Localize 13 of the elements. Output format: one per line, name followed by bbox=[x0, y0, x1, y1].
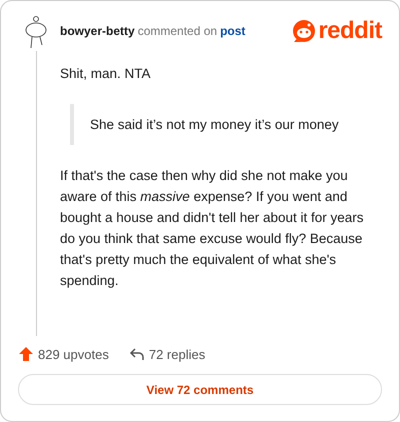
comment-text: If that's the case then why did she not make you aware of this massive expense? If you went and bought a house and didn't tell her about it for years do you think that same excuse would fly? Because that's pretty much the equivalent of what she's spending. bbox=[60, 167, 365, 290]
reply-count: 72 replies bbox=[148, 346, 206, 362]
post-link[interactable]: post bbox=[220, 24, 246, 38]
mascot-icon bbox=[292, 19, 316, 43]
comment-text: Shit, man. NTA bbox=[60, 65, 152, 83]
upvote-count: 829 upvotes bbox=[38, 346, 109, 362]
reply-icon bbox=[128, 346, 145, 362]
reddit-logo: reddit bbox=[318, 19, 382, 43]
upvote-icon bbox=[18, 346, 34, 362]
action-text: commented on bbox=[138, 24, 218, 38]
author-name[interactable]: bowyer-betty bbox=[60, 24, 135, 38]
quote-text: She said it’s not my money it’s our money bbox=[90, 116, 339, 134]
view-comments-button[interactable]: View 72 comments bbox=[18, 374, 382, 405]
